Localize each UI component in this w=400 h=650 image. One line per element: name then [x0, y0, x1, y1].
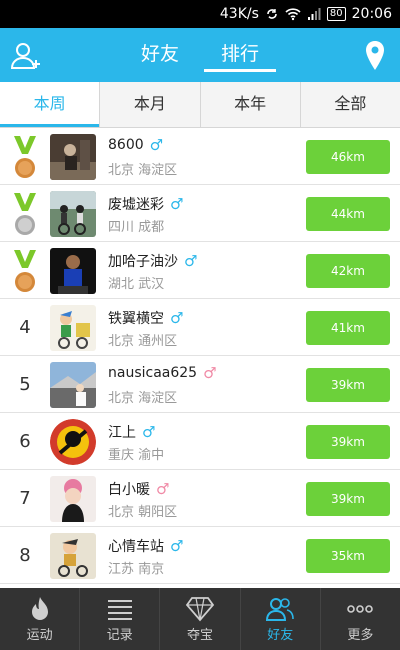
user-name: 心情车站 — [108, 539, 164, 555]
tab-this-month[interactable]: 本月 — [99, 82, 199, 127]
avatar[interactable] — [50, 533, 96, 579]
medal-bronze-icon — [8, 134, 42, 180]
nav-label: 更多 — [347, 628, 374, 643]
user-name-line: 江上 ♂ — [108, 422, 155, 442]
list-item[interactable]: 4 铁翼横空 ♂ 北京 通州区 41km — [0, 299, 400, 356]
avatar[interactable] — [50, 476, 96, 522]
nav-records[interactable]: 记录 — [79, 588, 159, 650]
ranking-list: 8600 ♂ 北京 海淀区 46km 废墟迷彩 ♂ 四川 成都 44km 加哈子… — [0, 128, 400, 588]
male-icon: ♂ — [142, 423, 156, 441]
battery-icon: 80 — [326, 7, 346, 21]
user-location: 北京 海淀区 — [108, 163, 178, 178]
friends-icon — [266, 598, 295, 621]
rank-number: 4 — [19, 317, 31, 338]
user-location: 四川 成都 — [108, 220, 165, 235]
user-name-line: nausicaa625 ♂ — [108, 365, 217, 381]
distance-badge: 39km — [306, 368, 390, 402]
diamond-icon — [185, 597, 215, 622]
nav-friends[interactable]: 好友 — [239, 588, 320, 650]
list-item[interactable]: 8 心情车站 ♂ 江苏 南京 35km — [0, 527, 400, 584]
nav-label: 运动 — [26, 628, 53, 643]
user-name-line: 白小暖 ♂ — [108, 479, 169, 499]
more-icon — [347, 605, 374, 613]
rank-number: 6 — [19, 431, 31, 452]
male-icon: ♂ — [170, 195, 184, 213]
medal-silver-icon — [8, 191, 42, 237]
avatar[interactable] — [50, 191, 96, 237]
user-name-line: 废墟迷彩 ♂ — [108, 194, 183, 214]
avatar[interactable] — [50, 419, 96, 465]
user-name: 废墟迷彩 — [108, 197, 164, 213]
clock: 20:06 — [351, 6, 392, 22]
male-icon: ♂ — [170, 537, 184, 555]
list-item[interactable]: 5 nausicaa625 ♂ 北京 海淀区 39km — [0, 356, 400, 413]
male-icon: ♂ — [170, 309, 184, 327]
user-location: 北京 海淀区 — [108, 391, 178, 406]
user-name-line: 心情车站 ♂ — [108, 536, 183, 556]
flame-icon — [31, 597, 48, 620]
distance-badge: 41km — [306, 311, 390, 345]
female-gender-icon: ♂ — [156, 480, 170, 498]
rank-number: 7 — [19, 488, 31, 509]
avatar[interactable] — [50, 305, 96, 351]
male-icon: ♂ — [184, 252, 198, 270]
location-pin-icon[interactable] — [364, 40, 386, 72]
distance-badge: 46km — [306, 140, 390, 174]
user-name: 江上 — [108, 425, 136, 441]
nav-label: 夺宝 — [187, 628, 214, 643]
sync-icon — [265, 7, 279, 21]
add-user-icon[interactable] — [10, 40, 42, 72]
user-location: 北京 朝阳区 — [108, 505, 178, 520]
user-location: 江苏 南京 — [108, 562, 165, 577]
tab-this-week[interactable]: 本周 — [0, 82, 100, 127]
distance-badge: 44km — [306, 197, 390, 231]
avatar[interactable] — [50, 362, 96, 408]
signal-icon — [307, 7, 321, 21]
user-name: 8600 — [108, 137, 144, 153]
tab-all-time[interactable]: 全部 — [299, 82, 400, 127]
nav-label: 记录 — [106, 628, 133, 643]
tab-ranking[interactable]: 排行 — [200, 28, 280, 82]
user-name-line: 加哈子油沙 ♂ — [108, 251, 197, 271]
list-icon — [107, 600, 132, 620]
app-header: 好友 排行 — [0, 28, 400, 82]
list-item[interactable]: 6 江上 ♂ 重庆 渝中 39km — [0, 413, 400, 470]
network-speed: 43K/s — [219, 6, 259, 22]
user-name-line: 8600 ♂ — [108, 137, 163, 153]
rank-number: 8 — [19, 545, 31, 566]
distance-badge: 35km — [306, 539, 390, 573]
nav-more[interactable]: 更多 — [319, 588, 400, 650]
user-name: 铁翼横空 — [108, 311, 164, 327]
user-name: nausicaa625 — [108, 365, 198, 381]
user-name: 加哈子油沙 — [108, 254, 178, 270]
user-location: 重庆 渝中 — [108, 448, 165, 463]
tab-this-year[interactable]: 本年 — [199, 82, 300, 127]
list-item[interactable]: 7 白小暖 ♂ 北京 朝阳区 39km — [0, 470, 400, 527]
period-tabs: 本周 本月 本年 全部 — [0, 82, 400, 128]
avatar[interactable] — [50, 134, 96, 180]
medal-bronze-icon — [8, 248, 42, 294]
user-location: 北京 通州区 — [108, 334, 178, 349]
list-item[interactable]: 废墟迷彩 ♂ 四川 成都 44km — [0, 185, 400, 242]
user-name: 白小暖 — [108, 482, 150, 498]
distance-badge: 39km — [306, 425, 390, 459]
tab-friends[interactable]: 好友 — [120, 28, 200, 82]
distance-badge: 42km — [306, 254, 390, 288]
list-item[interactable]: 8600 ♂ 北京 海淀区 46km — [0, 128, 400, 185]
user-name-line: 铁翼横空 ♂ — [108, 308, 183, 328]
header-tabs: 好友 排行 — [120, 28, 280, 82]
female-gender-icon: ♂ — [203, 364, 217, 382]
avatar[interactable] — [50, 248, 96, 294]
male-icon: ♂ — [149, 136, 164, 154]
list-item[interactable]: 加哈子油沙 ♂ 湖北 武汉 42km — [0, 242, 400, 299]
status-bar: 43K/s 80 20:06 — [0, 0, 400, 28]
nav-label: 好友 — [267, 628, 294, 643]
nav-exercise[interactable]: 运动 — [0, 588, 79, 650]
wifi-icon — [285, 7, 301, 21]
rank-number: 5 — [19, 374, 31, 395]
distance-badge: 39km — [306, 482, 390, 516]
user-location: 湖北 武汉 — [108, 277, 165, 292]
bottom-nav: 运动 记录 夺宝 好友 更多 — [0, 588, 400, 650]
nav-treasure[interactable]: 夺宝 — [159, 588, 239, 650]
